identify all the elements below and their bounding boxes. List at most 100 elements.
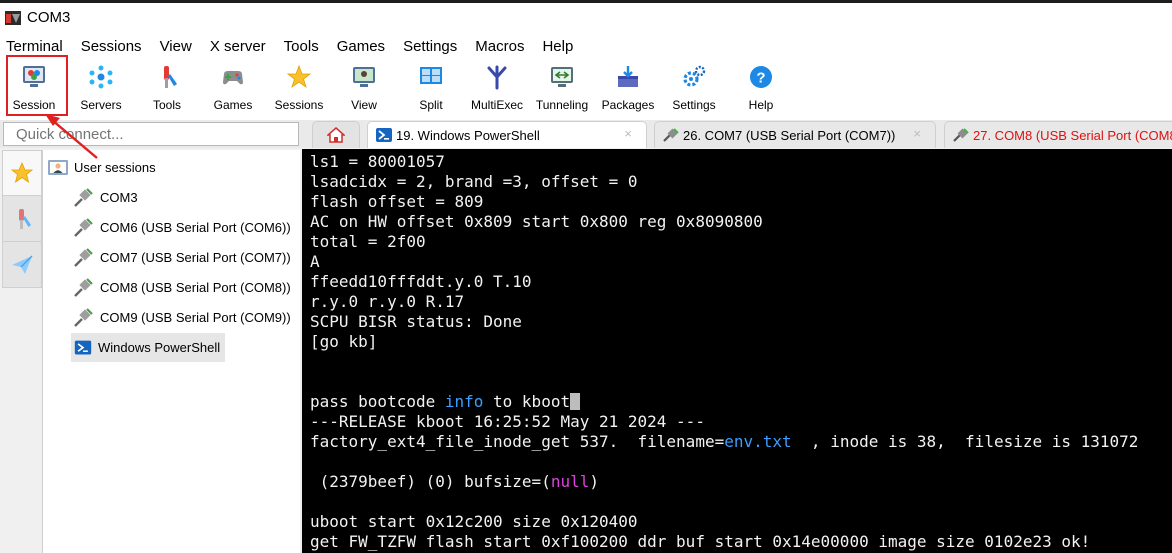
- multiexec-button[interactable]: MultiExec: [467, 60, 527, 118]
- powershell-icon: [376, 128, 392, 142]
- split-button[interactable]: Split: [405, 60, 457, 118]
- menu-help[interactable]: Help: [542, 36, 573, 58]
- servers-button[interactable]: Servers: [75, 60, 127, 118]
- menu-view[interactable]: View: [160, 36, 192, 58]
- menu-games[interactable]: Games: [337, 36, 385, 58]
- session-item-com7[interactable]: COM7 (USB Serial Port (COM7)): [73, 244, 291, 270]
- user-sessions-folder[interactable]: User sessions: [47, 154, 156, 180]
- multiexec-label: MultiExec: [470, 98, 523, 112]
- terminal-cursor: [570, 393, 581, 410]
- sessions-button[interactable]: Sessions: [273, 60, 325, 118]
- terminal-text: factory_ext4_file_inode_get 537. filenam…: [310, 432, 725, 451]
- mobaxterm-window: COM3 Terminal Sessions View X server Too…: [0, 0, 1172, 553]
- terminal-line: r.y.0 r.y.0 R.17: [310, 292, 465, 311]
- games-label: Games: [213, 98, 253, 112]
- terminal-line: flash offset = 809: [310, 192, 484, 211]
- tab-com7-label: 26. COM7 (USB Serial Port (COM7)): [683, 127, 896, 143]
- terminal-line: ffeedd10fffddt.y.0 T.10: [310, 272, 532, 291]
- session-item-label: COM7 (USB Serial Port (COM7)): [100, 249, 291, 265]
- paper-plane-icon: [12, 255, 33, 274]
- home-tab[interactable]: [312, 121, 360, 148]
- powershell-icon: [74, 340, 92, 355]
- session-item-powershell[interactable]: Windows PowerShell: [71, 333, 225, 362]
- terminal-line: A: [310, 252, 320, 271]
- tab-powershell[interactable]: 19. Windows PowerShell ×: [367, 121, 647, 148]
- terminal-highlight-text: env.txt: [724, 432, 792, 451]
- tunneling-label: Tunneling: [535, 98, 589, 112]
- terminal-line: get FW_TZFW flash start 0xf100200 ddr bu…: [310, 532, 1091, 551]
- session-item-label: COM6 (USB Serial Port (COM6)): [100, 219, 291, 235]
- home-icon: [327, 127, 345, 143]
- terminal-line: factory_ext4_file_inode_get 537. filenam…: [310, 432, 1138, 452]
- serial-plug-icon: [953, 128, 969, 142]
- sidebar-tab-sessions[interactable]: [2, 150, 42, 196]
- session-item-label: COM3: [100, 189, 138, 205]
- serial-plug-icon: [74, 188, 93, 207]
- tab-com7-close-icon[interactable]: ×: [913, 126, 921, 141]
- terminal-line: lsadcidx = 2, brand =3, offset = 0: [310, 172, 638, 191]
- terminal-line: uboot start 0x12c200 size 0x120400: [310, 512, 638, 531]
- menu-settings[interactable]: Settings: [403, 36, 457, 58]
- packages-label: Packages: [601, 98, 655, 112]
- title-bar-top-edge: [0, 0, 1172, 3]
- sidebar-vertical-tabs: [2, 150, 42, 294]
- settings-button[interactable]: Settings: [666, 60, 722, 118]
- session-item-label: COM9 (USB Serial Port (COM9)): [100, 309, 291, 325]
- terminal-text: ): [589, 472, 599, 491]
- tab-powershell-close-icon[interactable]: ×: [624, 126, 632, 141]
- tunneling-icon: [551, 67, 573, 87]
- servers-icon: [89, 65, 113, 89]
- terminal-line: SCPU BISR status: Done: [310, 312, 522, 331]
- tunneling-button[interactable]: Tunneling: [532, 60, 592, 118]
- sidebar-tab-tools[interactable]: [2, 196, 42, 242]
- terminal-output[interactable]: ls1 = 80001057 lsadcidx = 2, brand =3, o…: [302, 149, 1172, 553]
- tab-powershell-label: 19. Windows PowerShell: [396, 127, 540, 143]
- terminal-text: to kboot: [483, 392, 571, 411]
- session-item-com8[interactable]: COM8 (USB Serial Port (COM8)): [73, 274, 291, 300]
- session-item-com6[interactable]: COM6 (USB Serial Port (COM6)): [73, 214, 291, 240]
- view-button[interactable]: View: [338, 60, 390, 118]
- games-icon: [223, 71, 243, 85]
- tab-com8-label: 27. COM8 (USB Serial Port (COM8)): [973, 127, 1172, 143]
- split-icon: [420, 67, 442, 84]
- view-icon: [353, 67, 375, 87]
- serial-plug-icon: [74, 218, 93, 237]
- menu-bar: Terminal Sessions View X server Tools Ga…: [0, 36, 1172, 58]
- terminal-line: ---RELEASE kboot 16:25:52 May 21 2024 --…: [310, 412, 705, 431]
- terminal-line: total = 2f00: [310, 232, 426, 251]
- menu-macros[interactable]: Macros: [475, 36, 524, 58]
- serial-plug-icon: [663, 128, 679, 142]
- app-logo-icon: [5, 11, 21, 25]
- gear-icon: [683, 65, 706, 87]
- tab-com8[interactable]: 27. COM8 (USB Serial Port (COM8)): [944, 121, 1172, 148]
- serial-plug-icon: [74, 248, 93, 267]
- menu-sessions[interactable]: Sessions: [81, 36, 142, 58]
- quick-connect-input[interactable]: [3, 122, 299, 146]
- session-highlight-box: [6, 55, 68, 116]
- games-button[interactable]: Games: [207, 60, 259, 118]
- servers-label: Servers: [80, 98, 122, 112]
- star-icon: [10, 161, 34, 183]
- user-folder-icon: [48, 160, 68, 175]
- menu-tools[interactable]: Tools: [284, 36, 319, 58]
- terminal-text: pass bootcode: [310, 392, 445, 411]
- terminal-line: (2379beef) (0) bufsize=(null): [310, 472, 599, 492]
- user-sessions-label: User sessions: [74, 159, 156, 175]
- tools-button[interactable]: Tools: [141, 60, 193, 118]
- split-label: Split: [419, 98, 443, 112]
- tab-com7[interactable]: 26. COM7 (USB Serial Port (COM7)) ×: [654, 121, 936, 148]
- packages-button[interactable]: Packages: [600, 60, 656, 118]
- menu-x-server[interactable]: X server: [210, 36, 266, 58]
- session-item-com9[interactable]: COM9 (USB Serial Port (COM9)): [73, 304, 291, 330]
- terminal-line: AC on HW offset 0x809 start 0x800 reg 0x…: [310, 212, 763, 231]
- terminal-line: [go kb]: [310, 332, 378, 351]
- tools-icon: [19, 208, 31, 229]
- tools-icon: [164, 66, 177, 88]
- sessions-sidebar: User sessions COM3 COM6 (USB Serial Port…: [42, 150, 300, 553]
- help-label: Help: [748, 98, 774, 112]
- session-item-com3[interactable]: COM3: [73, 184, 138, 210]
- help-button[interactable]: ? Help: [735, 60, 787, 118]
- multiexec-icon: [487, 65, 507, 90]
- sidebar-tab-macros[interactable]: [2, 242, 42, 288]
- terminal-text: , inode is 38, filesize is 131072: [791, 432, 1139, 451]
